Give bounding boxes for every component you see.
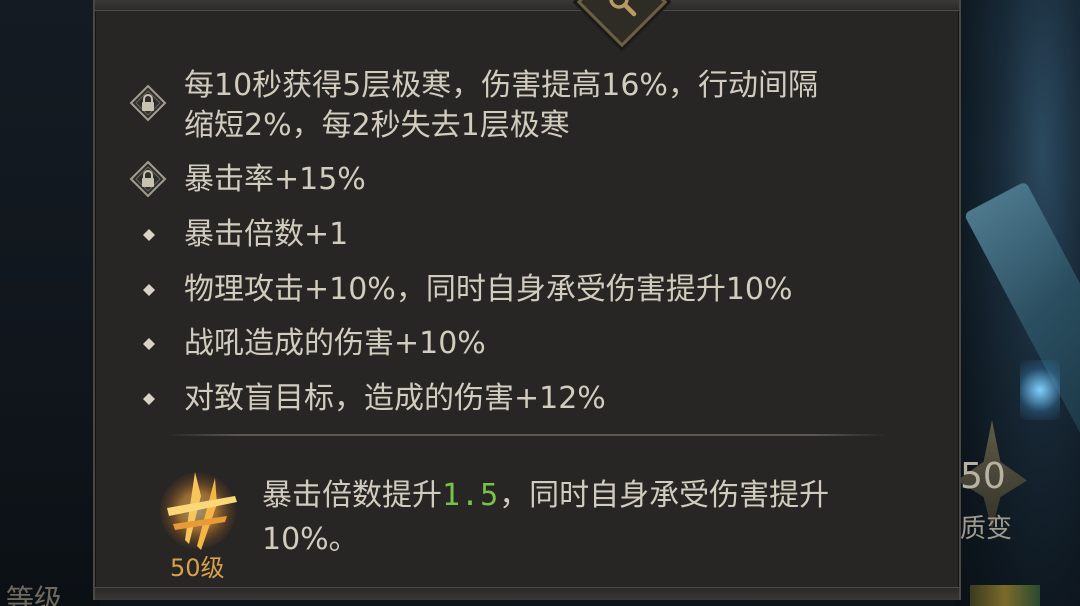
diamond-bullet-icon — [143, 284, 155, 296]
skill-level-label: 50级 — [170, 554, 225, 582]
diamond-bullet-icon — [143, 393, 155, 405]
skill-text-part: 暴击倍数提升 — [262, 478, 442, 513]
section-divider — [165, 434, 887, 436]
magnifier-icon[interactable] — [576, 0, 668, 48]
lock-diamond-icon — [129, 160, 167, 198]
background-left-area — [0, 0, 100, 606]
effect-text: 暴击倍数+1 — [184, 217, 349, 252]
effect-text: 暴击率+15% — [184, 162, 366, 197]
level-label: 等级 — [6, 583, 63, 606]
skill-description: 暴击倍数提升1.5，同时自身承受伤害提升 10%。 — [262, 474, 829, 562]
corner-decoration — [970, 585, 1040, 606]
lock-diamond-icon — [129, 84, 167, 122]
diamond-bullet-icon — [143, 229, 155, 241]
effect-text: 战吼造成的伤害+10% — [184, 326, 486, 361]
effect-text: 对致盲目标，造成的伤害+12% — [184, 381, 606, 416]
panel-top-border — [95, 0, 959, 11]
claw-slash-icon[interactable] — [155, 466, 241, 556]
effect-text: 每10秒获得5层极寒，伤害提高16%，行动间隔 — [184, 68, 818, 103]
badge-level: 50 — [960, 456, 1006, 497]
mutation-level-badge[interactable]: 50 质变 — [952, 420, 1042, 544]
skill-highlight-value: 1.5 — [442, 478, 500, 513]
badge-label: 质变 — [960, 514, 1013, 544]
sword-glow — [1020, 360, 1060, 420]
skill-text-continued: 10%。 — [262, 522, 359, 557]
effect-text: 物理攻击+10%，同时自身承受伤害提升10% — [184, 272, 793, 307]
panel-bottom-border — [95, 587, 959, 600]
effect-text-continued: 缩短2%，每2秒失去1层极寒 — [184, 108, 570, 143]
skill-text-part: ，同时自身承受伤害提升 — [499, 478, 830, 513]
diamond-bullet-icon — [143, 338, 155, 350]
